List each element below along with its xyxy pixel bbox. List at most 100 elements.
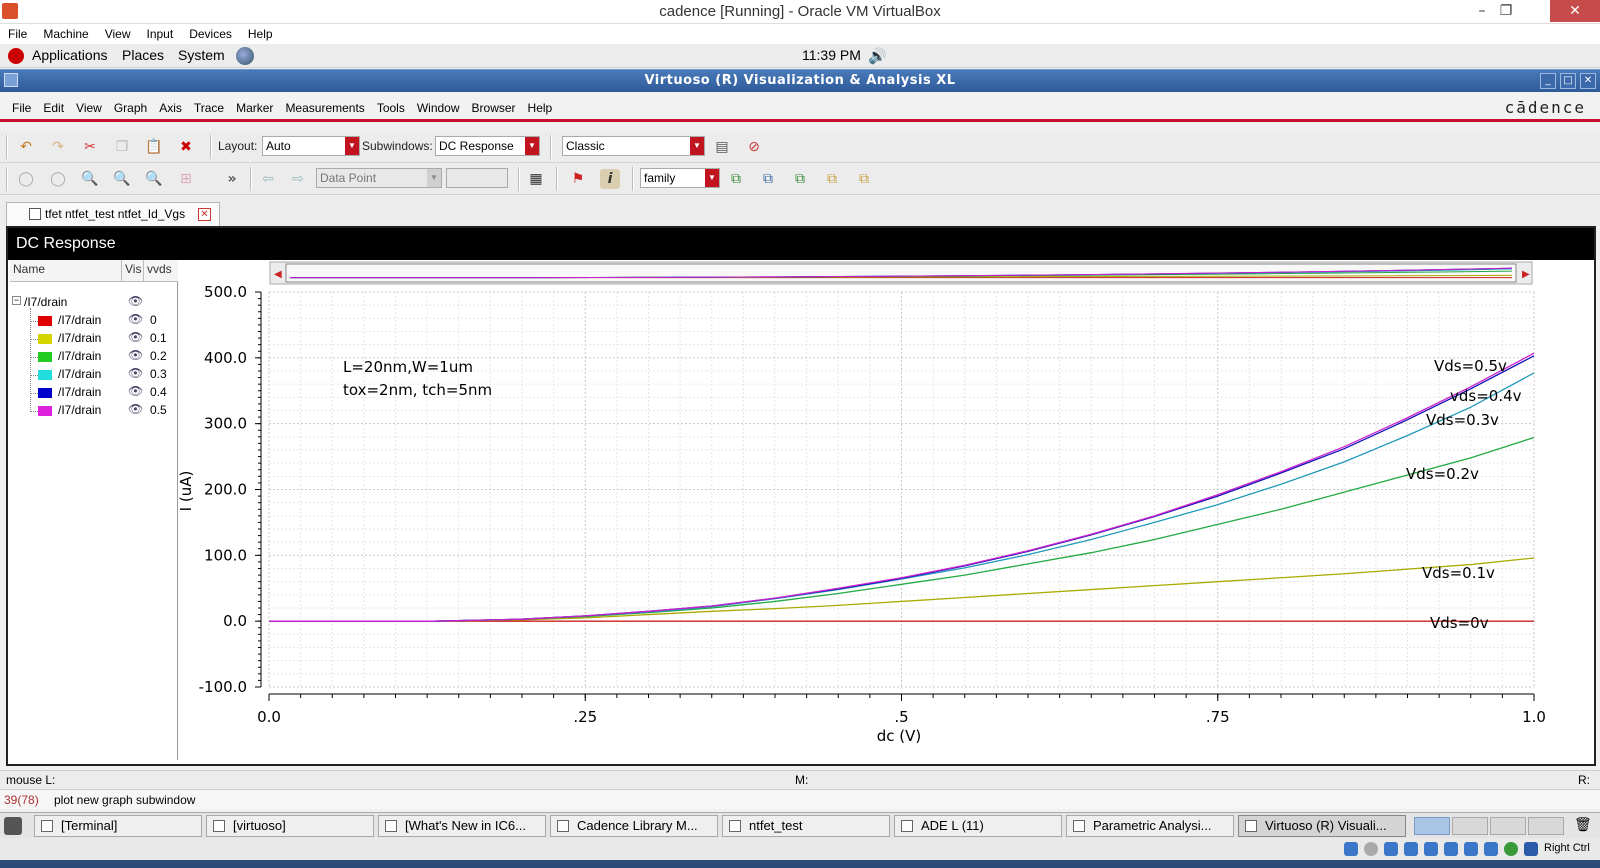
stop-icon[interactable]: ◯ [16,169,36,189]
task-ade-l[interactable]: ADE L (11) [894,815,1062,837]
menu-graph[interactable]: Graph [108,92,153,124]
family-graph-1-icon[interactable]: ⧉ [726,169,746,189]
close-button[interactable]: ✕ [1550,0,1600,22]
data-point-select[interactable]: Data Point ▼ [316,168,442,188]
menu-edit[interactable]: Edit [37,92,70,124]
zoom-fit-icon[interactable]: 🔍 [80,169,100,189]
legend-header-name[interactable]: Name [10,260,122,282]
layout-select[interactable]: Auto ▼ [262,136,360,156]
legend-header-vvds[interactable]: vvds [144,260,178,282]
zoom-out-icon[interactable]: 🔍 [144,169,164,189]
workspace-4[interactable] [1528,817,1564,835]
toolbar-overflow-button[interactable]: » [222,169,242,189]
eye-icon[interactable]: 👁 [128,294,143,308]
app-maximize-button[interactable]: □ [1560,73,1576,89]
restore-button[interactable]: ❐ [1484,0,1528,22]
menu-browser[interactable]: Browser [466,92,522,124]
data-point-field[interactable] [446,168,508,188]
eye-icon[interactable]: 👁 [128,348,143,362]
task-library-manager[interactable]: Cadence Library M... [550,815,718,837]
panel-clock[interactable]: 11:39 PM [802,47,861,63]
keyboard-icon[interactable] [1524,842,1538,856]
eye-icon[interactable]: 👁 [128,366,143,380]
copy-icon[interactable]: ❐ [112,137,132,157]
hard-disk-icon[interactable] [1344,842,1358,856]
workspace-3[interactable] [1490,817,1526,835]
tab-ntfet-id-vgs[interactable]: tfet ntfet_test ntfet_Id_Vgs ✕ [6,202,220,226]
eye-icon[interactable]: 👁 [128,330,143,344]
marker-flag-icon[interactable]: ⚑ [568,169,588,189]
menu-file[interactable]: File [0,92,37,124]
display-icon[interactable] [1424,842,1438,856]
task-terminal[interactable]: [Terminal] [34,815,202,837]
web-browser-icon[interactable] [236,47,254,65]
refresh-icon[interactable]: ◯ [48,169,68,189]
legend-row[interactable]: /I7/drain 👁 0 [10,312,178,330]
family-graph-3-icon[interactable]: ⧉ [790,169,810,189]
eye-icon[interactable]: 👁 [128,384,143,398]
legend-row[interactable]: /I7/drain 👁 0.5 [10,402,178,420]
close-icon[interactable]: ✕ [198,208,211,221]
host-menu-view[interactable]: View [97,24,139,44]
usb-icon[interactable] [1384,842,1398,856]
menu-view[interactable]: View [70,92,108,124]
delete-icon[interactable]: ✖ [176,137,196,157]
shared-folders-icon[interactable] [1404,842,1418,856]
trash-icon[interactable]: 🗑 [1574,817,1592,833]
family-graph-5-icon[interactable]: ⧉ [854,169,874,189]
network-icon[interactable] [1444,842,1458,856]
task-ntfet-test[interactable]: ntfet_test [722,815,890,837]
host-menu-file[interactable]: File [0,24,35,44]
menu-help[interactable]: Help [522,92,559,124]
optical-drive-icon[interactable] [1364,842,1378,856]
applications-menu[interactable]: Applications [32,47,108,63]
legend-header-vis[interactable]: Vis [122,260,144,282]
cut-icon[interactable]: ✂ [80,137,100,157]
family-graph-4-icon[interactable]: ⧉ [822,169,842,189]
legend-group-row[interactable]: − /I7/drain 👁 [10,294,178,312]
app-close-button[interactable]: ✕ [1580,73,1596,89]
task-virtuoso-visualization[interactable]: Virtuoso (R) Visuali... [1238,815,1406,837]
eye-icon[interactable]: 👁 [128,312,143,326]
cpu-icon[interactable] [1484,842,1498,856]
show-desktop-icon[interactable] [4,817,22,835]
subwindows-select[interactable]: DC Response ▼ [435,136,540,156]
next-arrow-icon[interactable]: ⇨ [288,169,308,189]
overview-scroller[interactable]: ◀ ▶ [269,261,1533,285]
workspace-2[interactable] [1452,817,1488,835]
volume-icon[interactable]: 🔊 [868,47,887,65]
family-graph-2-icon[interactable]: ⧉ [758,169,778,189]
scroll-left-icon[interactable]: ◀ [274,269,282,280]
dc-response-chart[interactable]: ◀ ▶ 500.0 400.0 300.0 200.0 100.0 0.0 -100.0 0.… [178,260,1592,760]
window-config-icon[interactable]: ▤ [712,137,732,157]
eye-icon[interactable]: 👁 [128,402,143,416]
host-menu-input[interactable]: Input [139,24,182,44]
host-menu-machine[interactable]: Machine [35,24,96,44]
zoom-in-icon[interactable]: 🔍 [112,169,132,189]
video-capture-icon[interactable] [1464,842,1478,856]
previous-arrow-icon[interactable]: ⇦ [258,169,278,189]
menu-marker[interactable]: Marker [230,92,279,124]
redo-icon[interactable]: ↷ [48,137,68,157]
task-parametric-analysis[interactable]: Parametric Analysi... [1066,815,1234,837]
app-minimize-button[interactable]: _ [1540,73,1556,89]
host-menu-devices[interactable]: Devices [181,24,240,44]
legend-row[interactable]: /I7/drain 👁 0.1 [10,330,178,348]
scroll-right-icon[interactable]: ▶ [1522,269,1530,280]
legend-row[interactable]: /I7/drain 👁 0.3 [10,366,178,384]
places-menu[interactable]: Places [122,47,164,63]
task-virtuoso[interactable]: [virtuoso] [206,815,374,837]
workspace-1[interactable] [1414,817,1450,835]
legend-row[interactable]: /I7/drain 👁 0.2 [10,348,178,366]
task-whats-new[interactable]: [What's New in IC6... [378,815,546,837]
window-delete-icon[interactable]: ⊘ [744,137,764,157]
zoom-area-icon[interactable]: ⊞ [176,169,196,189]
family-select[interactable]: family ▼ [640,168,720,188]
mouse-integration-icon[interactable] [1504,842,1518,856]
paste-icon[interactable]: 📋 [144,137,164,157]
info-icon[interactable]: i [600,169,620,189]
system-menu[interactable]: System [178,47,225,63]
menu-measurements[interactable]: Measurements [279,92,370,124]
host-menu-help[interactable]: Help [240,24,281,44]
undo-icon[interactable]: ↶ [16,137,36,157]
